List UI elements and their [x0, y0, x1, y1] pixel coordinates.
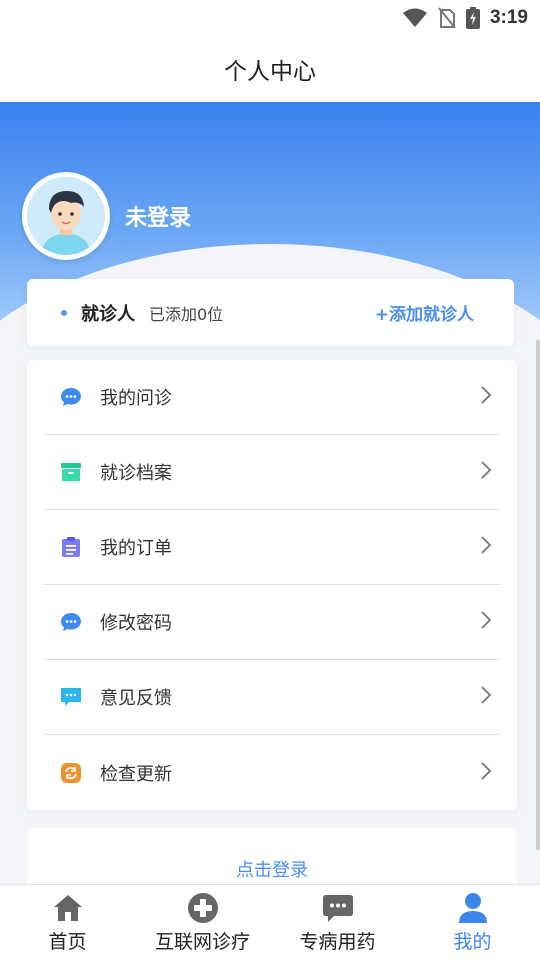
menu-item-medical-records[interactable]: 就诊档案 — [44, 435, 500, 510]
menu-list: 我的问诊 就诊档案 我的订单 修改密码 意见反馈 检查更新 — [27, 360, 517, 810]
title-bar: 个人中心 — [0, 36, 540, 102]
feedback-message-icon — [60, 686, 82, 708]
tab-label: 专病用药 — [299, 931, 376, 953]
tab-label: 互联网诊疗 — [154, 931, 250, 953]
chat-bubble-icon — [60, 611, 82, 633]
menu-item-label: 检查更新 — [100, 763, 172, 785]
menu-item-label: 修改密码 — [100, 613, 172, 634]
menu-item-change-password[interactable]: 修改密码 — [44, 585, 500, 660]
chevron-right-icon — [480, 385, 492, 409]
tab-home[interactable]: 首页 — [0, 885, 135, 960]
person-icon — [458, 892, 488, 924]
menu-item-label: 我的问诊 — [100, 388, 172, 409]
menu-item-feedback[interactable]: 意见反馈 — [44, 660, 500, 735]
chevron-right-icon — [480, 535, 492, 559]
menu-item-my-consultations[interactable]: 我的问诊 — [44, 360, 500, 435]
avatar[interactable] — [22, 172, 110, 260]
patient-card: 就诊人 已添加0位 +添加就诊人 — [27, 279, 514, 346]
home-icon — [52, 892, 84, 924]
menu-item-my-orders[interactable]: 我的订单 — [44, 510, 500, 585]
menu-item-label: 就诊档案 — [100, 463, 172, 484]
menu-item-label: 意见反馈 — [100, 688, 172, 709]
status-bar: 3:19 — [0, 0, 540, 36]
tab-label: 我的 — [453, 931, 492, 953]
chevron-right-icon — [480, 761, 492, 785]
menu-item-label: 我的订单 — [100, 538, 172, 559]
tab-mine[interactable]: 我的 — [405, 885, 540, 960]
archive-box-icon — [60, 461, 82, 483]
medical-cross-icon — [187, 892, 219, 924]
status-time: 3:19 — [489, 7, 528, 28]
chat-bubble-icon — [60, 386, 82, 408]
tab-special-medication[interactable]: 专病用药 — [270, 885, 405, 960]
bottom-tab-bar: 首页 互联网诊疗 专病用药 我的 — [0, 884, 540, 960]
wifi-icon — [402, 8, 428, 28]
no-sim-icon — [438, 7, 456, 29]
refresh-icon — [60, 762, 82, 784]
patient-label: 就诊人 — [81, 303, 135, 325]
patient-count: 已添加0位 — [149, 304, 224, 324]
tab-online-consultation[interactable]: 互联网诊疗 — [135, 885, 270, 960]
tab-label: 首页 — [48, 931, 87, 953]
menu-item-check-update[interactable]: 检查更新 — [44, 735, 500, 810]
login-status-text[interactable]: 未登录 — [125, 200, 191, 232]
scrollbar[interactable] — [536, 340, 540, 850]
chevron-right-icon — [480, 610, 492, 634]
add-patient-button[interactable]: +添加就诊人 — [375, 300, 474, 325]
message-icon — [322, 892, 354, 924]
clipboard-icon — [60, 536, 82, 558]
chevron-right-icon — [480, 685, 492, 709]
page-title: 个人中心 — [224, 59, 316, 85]
chevron-right-icon — [480, 460, 492, 484]
bullet-dot — [61, 309, 67, 316]
battery-charging-icon — [465, 7, 480, 29]
avatar-illustration — [27, 177, 105, 255]
